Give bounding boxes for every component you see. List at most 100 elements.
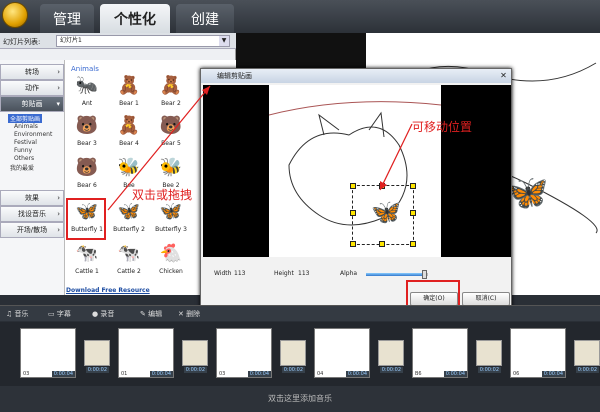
timeline-thumb[interactable]: B6 0:00:04 [412,328,468,378]
music-track[interactable]: 双击这里添加音乐 [0,386,600,412]
clipart-item[interactable]: 🐔 Chicken [151,240,191,282]
music-button[interactable]: ♫ 音乐 [6,309,29,319]
menu-effect[interactable]: 效果 › [0,190,64,206]
sub-funny[interactable]: Funny [14,147,32,154]
menu-label: 效果 [25,194,39,202]
alpha-slider[interactable] [366,273,428,276]
menu-label: 转场 [25,68,39,76]
clipart-label: Cattle 1 [75,268,99,275]
tab-manage[interactable]: 管理 [40,4,94,33]
menu-transition[interactable]: 转场 › [0,64,64,80]
menu-music[interactable]: 找设音乐 › [0,206,64,222]
delete-button[interactable]: ✕ 删除 [178,309,200,319]
chevron-right-icon: › [57,210,60,218]
sub-all-clipart[interactable]: 全部剪贴画 [8,114,43,123]
transition-duration: 0:00:02 [379,367,403,373]
timeline-thumb[interactable]: 04 0:00:04 [314,328,370,378]
timeline-toolbar: ♫ 音乐 ▭ 字幕 ● 录音 ✎ 编辑 ✕ 删除 [0,305,600,321]
resize-handle[interactable] [379,241,385,247]
bear-icon: 🐻 [75,114,99,136]
annotation-arrows [107,85,413,211]
cattle-icon: 🐄 [117,242,141,264]
height-label: Height [274,270,294,277]
thumb-number: 03 [23,371,30,377]
clipart-label: Cattle 2 [117,268,141,275]
menu-action[interactable]: 动作 › [0,80,64,96]
sub-environment[interactable]: Environment [14,131,52,138]
resize-handle[interactable] [350,241,356,247]
height-value: 113 [298,270,310,277]
menu-clipart[interactable]: 剪贴画 ▾ [0,96,64,112]
butterfly-icon[interactable]: 🦋 [506,173,548,213]
menu-label: 找设音乐 [18,210,46,218]
subtitle-button[interactable]: ▭ 字幕 [48,309,71,319]
timeline-thumb[interactable]: 06 0:00:04 [510,328,566,378]
timeline-thumb[interactable]: 01 0:00:04 [118,328,174,378]
slide-select-value: 幻灯片1 [60,37,82,44]
music-label: 音乐 [14,310,29,318]
width-label: Width [214,270,232,277]
chevron-down-icon: ▾ [56,100,60,108]
thumb-number: 04 [317,371,324,377]
transition-thumb[interactable]: 0:00:02 [378,340,404,373]
chevron-down-icon[interactable]: ▼ [219,36,229,46]
timeline: 03 0:00:04 0:00:02 01 0:00:04 0:00:02 03 0:… [0,322,600,386]
thumb-duration: 0:00:04 [51,371,75,377]
transition-thumb[interactable]: 0:00:02 [182,340,208,373]
record-label: 录音 [100,310,115,318]
tab-personalize[interactable]: 个性化 [100,4,170,33]
sub-favorites[interactable]: 我的最爱 [10,163,34,172]
transition-thumb[interactable]: 0:00:02 [84,340,110,373]
thumb-number: 01 [121,371,128,377]
sub-festival[interactable]: Festival [14,139,37,146]
record-button[interactable]: ● 录音 [92,309,114,319]
edit-label: 编辑 [148,310,163,318]
thumb-duration: 0:00:04 [247,371,271,377]
edit-button[interactable]: ✎ 编辑 [140,309,162,319]
annotation-move: 可移动位置 [412,120,473,134]
thumb-number: B6 [415,371,422,377]
app-logo [2,2,28,28]
bear-icon: 🐻 [75,156,99,178]
clipart-label: Chicken [159,268,183,275]
clipart-label: Butterfly 3 [155,226,187,233]
chevron-right-icon: › [57,194,60,202]
thumb-number: 06 [513,371,520,377]
transition-thumb[interactable]: 0:00:02 [574,340,600,373]
sub-others[interactable]: Others [14,155,34,162]
thumb-duration: 0:00:04 [443,371,467,377]
chevron-right-icon: › [57,226,60,234]
download-link[interactable]: Download Free Resource [66,287,150,294]
menu-label: 剪贴画 [21,100,43,108]
category-menu: 转场 › 动作 › 剪贴画 ▾ 全部剪贴画 Animals Environment F… [0,60,64,295]
transition-thumb[interactable]: 0:00:02 [280,340,306,373]
ant-icon: 🐜 [75,74,99,96]
thumb-duration: 0:00:04 [345,371,369,377]
alpha-slider-knob[interactable] [421,270,427,279]
clipart-label: Butterfly 2 [113,226,145,233]
thumb-duration: 0:00:04 [149,371,173,377]
resize-handle[interactable] [410,241,416,247]
transition-thumb[interactable]: 0:00:02 [476,340,502,373]
transition-duration: 0:00:02 [575,367,599,373]
clipart-item[interactable]: 🐄 Cattle 1 [67,240,107,282]
chevron-right-icon: › [57,68,60,76]
alpha-fill [366,273,425,276]
slide-select[interactable]: 幻灯片1 ▼ [56,35,230,47]
close-icon[interactable]: ✕ [499,71,508,80]
cancel-button[interactable]: 取消(C) [462,292,510,306]
timeline-thumb[interactable]: 03 0:00:04 [216,328,272,378]
subtitle-label: 字幕 [56,310,71,318]
tab-create[interactable]: 创建 [176,4,234,33]
timeline-thumb[interactable]: 03 0:00:04 [20,328,76,378]
menu-label: 开场/散场 [16,226,48,234]
cattle-icon: 🐄 [75,242,99,264]
transition-duration: 0:00:02 [477,367,501,373]
transition-duration: 0:00:02 [183,367,207,373]
delete-label: 删除 [186,310,201,318]
clipart-item[interactable]: 🐄 Cattle 2 [109,240,149,282]
chevron-right-icon: › [57,84,60,92]
sub-animals[interactable]: Animals [14,123,38,130]
menu-open-close[interactable]: 开场/散场 › [0,222,64,238]
width-value: 113 [234,270,246,277]
